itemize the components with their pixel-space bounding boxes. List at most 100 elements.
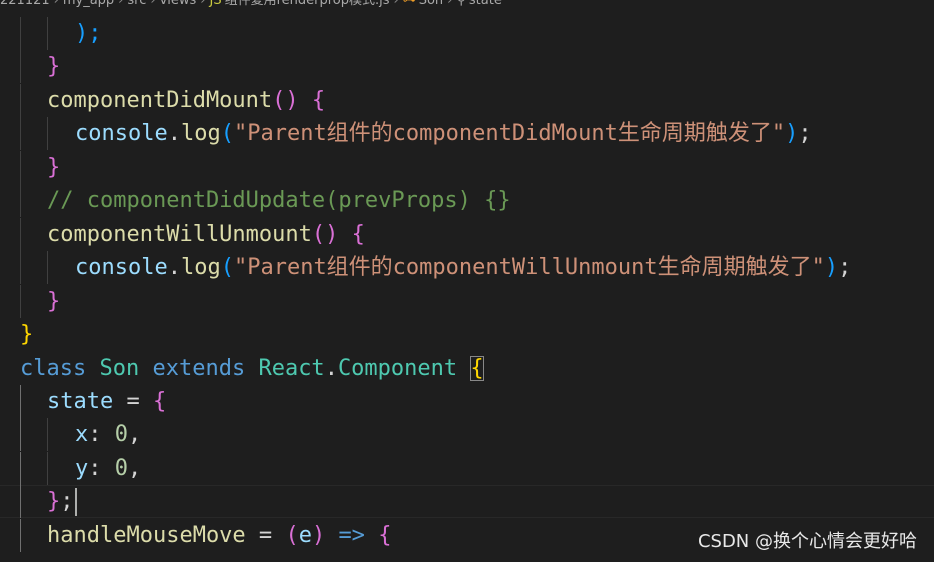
code-token: =: [245, 523, 286, 548]
breadcrumb-item-my-app[interactable]: my_app: [63, 0, 114, 8]
code-token: ;: [60, 489, 74, 514]
code-token: (): [272, 88, 299, 113]
code-token: );: [75, 21, 102, 46]
code-token: .: [324, 356, 338, 381]
indent-guide: [20, 251, 21, 284]
code-line: console.log("Parent组件的componentWillUnmou…: [75, 251, 851, 284]
indent-guide: [47, 17, 48, 50]
code-token: x: [75, 422, 89, 447]
code-token: ): [311, 523, 326, 548]
chevron-right-icon: ›: [200, 0, 206, 8]
code-token: ;: [798, 121, 812, 146]
code-line: // componentDidUpdate(prevProps) {}: [47, 184, 511, 217]
property-symbol-icon: ⚲: [456, 0, 466, 8]
indent-guide: [20, 218, 21, 251]
code-token: "Parent组件的componentDidMount生命周期触发了": [233, 121, 786, 146]
indent-guide-active: [20, 418, 21, 451]
breadcrumb-item-symbol[interactable]: state: [469, 0, 502, 8]
code-line: componentDidMount() {: [47, 84, 325, 117]
code-token: ): [824, 255, 839, 280]
indent-guide: [20, 117, 21, 150]
code-token: }: [20, 322, 34, 347]
code-line: state = {: [47, 385, 166, 418]
code-token: (: [220, 255, 234, 280]
code-token: =: [113, 389, 153, 414]
code-token: y: [75, 456, 89, 481]
code-token: "Parent组件的componentWillUnmount生命周期触发了": [233, 255, 825, 280]
indent-guide: [20, 285, 21, 318]
breadcrumb: 221121 › my_app › src › views › JS 组件复用renderprop…: [0, 0, 934, 10]
code-line: y: 0,: [75, 452, 141, 485]
code-token: log: [180, 121, 221, 146]
indent-guide: [20, 50, 21, 83]
code-line: class Son extends React.Component {: [20, 352, 484, 385]
code-line: console.log("Parent组件的componentDidMount生…: [75, 117, 812, 150]
code-editor[interactable]: ); } componentDidMount() { console.log("…: [0, 17, 934, 562]
code-token: (: [285, 523, 299, 548]
code-line: x: 0,: [75, 418, 141, 451]
indent-guide: [47, 251, 48, 284]
code-token: ): [785, 121, 799, 146]
watermark: CSDN @换个心情会更好哈: [697, 531, 917, 552]
indent-guide: [20, 17, 21, 50]
chevron-right-icon: ›: [150, 0, 156, 8]
matched-bracket: {: [470, 356, 484, 381]
code-token: class: [20, 356, 87, 381]
code-token: ,: [128, 422, 142, 447]
code-line: componentWillUnmount() {: [47, 218, 365, 251]
code-line: };: [47, 485, 77, 518]
indent-guide-active: [20, 385, 21, 418]
code-token: handleMouseMove: [47, 523, 246, 548]
code-token: }: [47, 489, 61, 514]
code-token: ,: [128, 456, 142, 481]
breadcrumb-item-views[interactable]: views: [160, 0, 197, 8]
javascript-file-icon: JS: [209, 0, 222, 8]
current-line-highlight: [0, 485, 934, 518]
code-token: console: [75, 121, 168, 146]
code-token: :: [88, 422, 115, 447]
code-token: 0: [114, 456, 128, 481]
code-token: {: [351, 222, 365, 247]
code-token: .: [167, 121, 181, 146]
code-line: }: [47, 151, 60, 184]
chevron-right-icon: ›: [393, 0, 399, 8]
breadcrumb-item-class[interactable]: Son: [419, 0, 443, 8]
code-token: Component: [337, 356, 458, 381]
code-token: {: [152, 389, 167, 414]
code-token: }: [47, 289, 61, 314]
breadcrumb-item-src[interactable]: src: [127, 0, 146, 8]
breadcrumb-item-root[interactable]: 221121: [0, 0, 50, 8]
code-line: }: [47, 50, 60, 83]
indent-guide: [20, 184, 21, 217]
class-symbol-icon: ⊶: [402, 0, 416, 8]
indent-guide: [47, 452, 48, 485]
code-token: {: [311, 88, 326, 113]
code-line: handleMouseMove = (e) => {: [47, 519, 391, 552]
chevron-right-icon: ›: [53, 0, 59, 8]
code-token: {: [378, 523, 392, 548]
code-line: }: [47, 285, 60, 318]
indent-guide-active: [20, 519, 21, 552]
text-cursor: [74, 488, 77, 516]
code-token: .: [167, 255, 181, 280]
code-line: }: [20, 318, 33, 351]
code-token: componentDidMount: [47, 88, 273, 113]
indent-guide: [47, 418, 48, 451]
code-token: =>: [338, 523, 365, 548]
chevron-right-icon: ›: [447, 0, 453, 8]
code-token: React: [258, 356, 325, 381]
breadcrumb-item-file[interactable]: 组件复用renderprop模式.js: [225, 0, 390, 8]
code-token: Son: [99, 356, 140, 381]
code-token: componentWillUnmount: [47, 222, 312, 247]
code-token: }: [47, 155, 61, 180]
code-token: }: [47, 54, 61, 79]
code-token: e: [298, 523, 312, 548]
chevron-right-icon: ›: [118, 0, 124, 8]
code-token: log: [180, 255, 221, 280]
indent-guide: [20, 84, 21, 117]
code-token: state: [47, 389, 114, 414]
code-token: console: [75, 255, 168, 280]
code-token: extends: [152, 356, 246, 381]
code-token: 0: [114, 422, 128, 447]
code-token: (: [220, 121, 234, 146]
